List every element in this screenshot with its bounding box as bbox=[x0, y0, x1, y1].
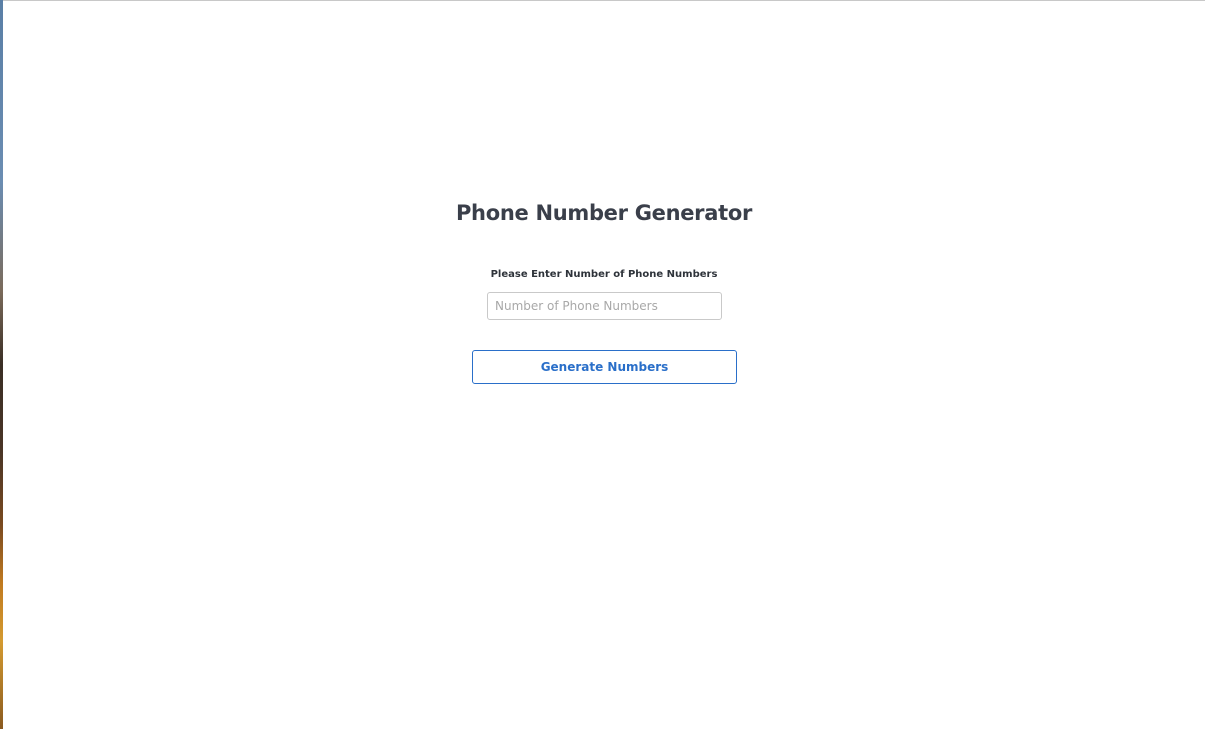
phone-count-input[interactable] bbox=[487, 292, 722, 320]
page-title: Phone Number Generator bbox=[455, 201, 753, 225]
app-window: Phone Number Generator Please Enter Numb… bbox=[3, 1, 1205, 729]
phone-count-label: Please Enter Number of Phone Numbers bbox=[490, 269, 718, 280]
generate-numbers-button[interactable]: Generate Numbers bbox=[472, 350, 737, 384]
